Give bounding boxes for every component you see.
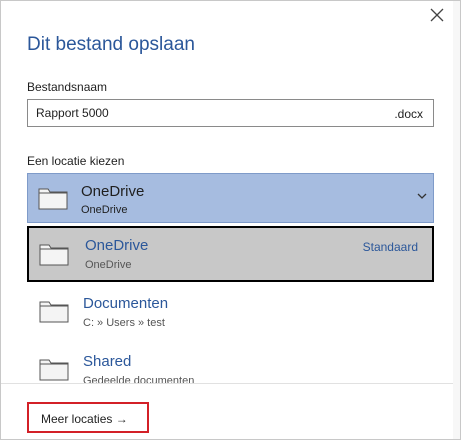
option-sub: Gedeelde documenten [83,375,195,387]
location-option-onedrive[interactable]: OneDrive OneDrive Standaard [27,226,434,282]
more-locations-button[interactable]: Meer locaties → [27,402,149,433]
more-locations-label: Meer locaties → [41,412,128,426]
location-option-shared[interactable]: Shared Gedeelde documenten [27,343,434,399]
filename-field[interactable]: .docx [27,99,434,127]
filename-input[interactable] [36,106,376,120]
filename-label: Bestandsnaam [27,80,108,94]
folder-icon [39,359,69,381]
folder-icon [39,301,69,323]
file-extension: .docx [394,107,423,121]
divider [1,383,460,384]
dialog-title: Dit bestand opslaan [27,34,195,55]
option-name: Shared [83,353,132,370]
chevron-down-icon [417,193,427,199]
option-sub: OneDrive [85,259,132,271]
location-dropdown[interactable]: OneDrive OneDrive [27,173,434,223]
folder-icon [39,244,69,266]
default-badge: Standaard [362,240,418,254]
option-sub: C: » Users » test [83,317,165,329]
save-dialog: Dit bestand opslaan Bestandsnaam .docx E… [0,0,461,440]
folder-icon [38,188,68,210]
close-icon-glyph [430,8,444,22]
option-name: OneDrive [85,237,149,254]
dropdown-selected-name: OneDrive [81,183,145,200]
scrollbar[interactable] [453,1,460,439]
dropdown-selected-sub: OneDrive [81,204,128,216]
location-option-documenten[interactable]: Documenten C: » Users » test [27,285,434,341]
close-icon[interactable] [428,7,446,25]
location-label: Een locatie kiezen [27,154,125,168]
option-name: Documenten [83,295,169,312]
